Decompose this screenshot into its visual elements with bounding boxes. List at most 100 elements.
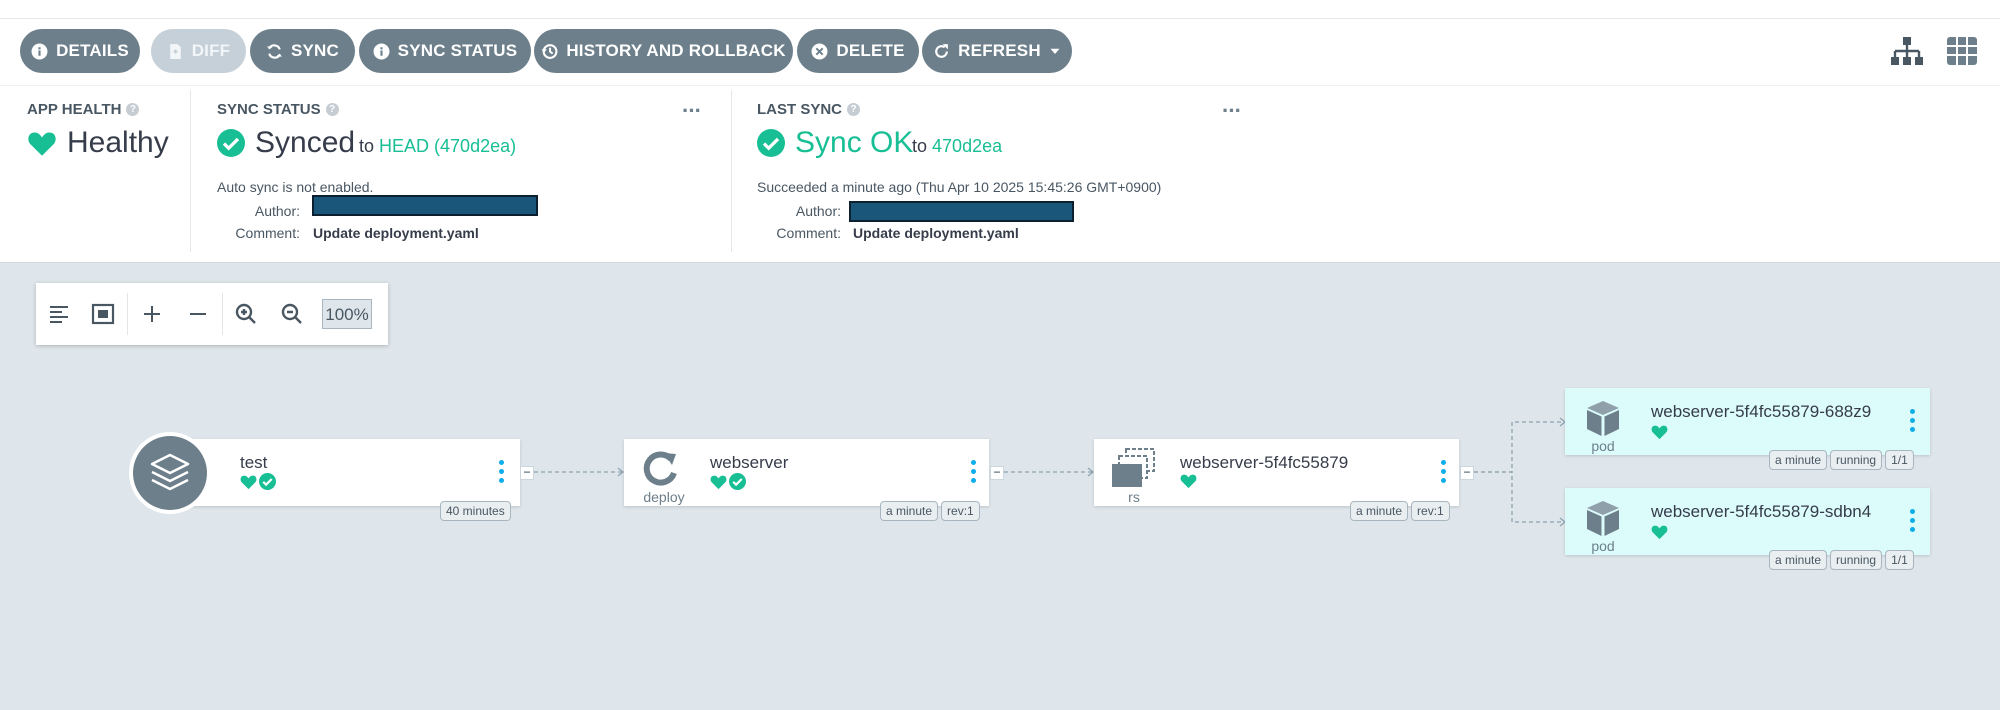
- last-sync-to-prefix: to: [912, 136, 928, 156]
- history-rollback-button[interactable]: HISTORY AND ROLLBACK: [534, 29, 793, 73]
- collapse-node-icon[interactable]: −: [1460, 466, 1474, 480]
- pod-node[interactable]: pod webserver-5f4fc55879-sdbn4: [1565, 488, 1930, 555]
- node-tags: a minute rev:1: [880, 501, 980, 521]
- author-key: Author:: [795, 203, 841, 219]
- sync-icon: [267, 43, 282, 59]
- collapse-node-icon[interactable]: −: [520, 466, 534, 480]
- heart-icon: [1651, 425, 1668, 440]
- more-options-icon[interactable]: ···: [682, 100, 702, 122]
- node-title: webserver-5f4fc55879-sdbn4: [1651, 502, 1872, 521]
- author-key: Author:: [254, 203, 300, 219]
- node-kind: rs: [1128, 489, 1140, 505]
- divider: [190, 90, 191, 252]
- node-tags: 40 minutes: [440, 501, 511, 521]
- replicaset-node[interactable]: rs webserver-5f4fc55879: [1094, 439, 1459, 506]
- auto-sync-note: Auto sync is not enabled.: [217, 179, 374, 195]
- info-icon: [31, 43, 48, 59]
- details-label: DETAILS: [56, 41, 129, 60]
- close-circle-icon: [811, 43, 828, 59]
- history-icon: [541, 43, 558, 59]
- details-button[interactable]: DETAILS: [20, 29, 140, 73]
- sync-status-label: SYNC STATUS: [397, 41, 518, 60]
- sync-to-prefix: to: [359, 136, 375, 156]
- ready-tag: 1/1: [1885, 550, 1914, 570]
- heart-icon: [28, 131, 56, 156]
- file-diff-icon: [169, 43, 181, 59]
- sync-status-section-label: SYNC STATUS: [217, 101, 321, 118]
- refresh-label: REFRESH: [958, 41, 1041, 60]
- heart-icon: [240, 475, 257, 489]
- sync-comment: Update deployment.yaml: [313, 225, 479, 241]
- grid-view-icon[interactable]: [1945, 34, 1979, 68]
- node-status: [710, 473, 746, 490]
- resource-tree-canvas[interactable]: 100% test − 40 minutes deploy webserver …: [0, 262, 2000, 710]
- sync-status-heading: SYNC STATUS ?: [217, 101, 339, 118]
- divider: [731, 90, 732, 252]
- age-tag: a minute: [1769, 550, 1828, 570]
- diff-label: DIFF: [191, 41, 231, 60]
- sync-target-revision[interactable]: HEAD (470d2ea): [379, 136, 516, 156]
- help-icon[interactable]: ?: [847, 103, 861, 116]
- refresh-button[interactable]: REFRESH: [922, 29, 1072, 73]
- node-status: [1651, 524, 1668, 540]
- delete-button[interactable]: DELETE: [797, 29, 919, 73]
- age-tag: a minute: [1350, 501, 1409, 521]
- redacted-author: [849, 201, 1074, 222]
- last-sync-revision[interactable]: 470d2ea: [932, 136, 1002, 156]
- app-health-label: APP HEALTH: [27, 101, 122, 118]
- tree-view-icon[interactable]: [1890, 34, 1924, 68]
- node-title: webserver-5f4fc55879: [1180, 453, 1349, 472]
- last-sync-value: Sync OK: [757, 126, 913, 160]
- app-summary: APP HEALTH ? Healthy SYNC STATUS ? ··· S…: [0, 86, 2000, 261]
- status-tag: running: [1830, 550, 1883, 570]
- sync-status-value: Synced: [217, 126, 355, 160]
- replicaset-icon: [1112, 448, 1155, 487]
- last-sync-heading: LAST SYNC ?: [757, 101, 861, 118]
- sync-status-button[interactable]: SYNC STATUS: [359, 29, 531, 73]
- age-tag: 40 minutes: [440, 501, 511, 521]
- last-sync-status: Sync OK: [795, 126, 914, 159]
- deploy-node-webserver[interactable]: deploy webserver: [624, 439, 989, 506]
- help-icon[interactable]: ?: [126, 103, 140, 116]
- delete-label: DELETE: [836, 41, 905, 60]
- help-icon[interactable]: ?: [325, 103, 339, 116]
- age-tag: a minute: [1769, 450, 1828, 470]
- node-menu-icon[interactable]: [1910, 509, 1916, 536]
- pod-cube-icon: [1587, 401, 1619, 436]
- node-status: [1651, 424, 1668, 440]
- collapse-node-icon[interactable]: −: [990, 466, 1004, 480]
- app-health-status: Healthy: [27, 126, 169, 160]
- refresh-icon: [935, 43, 949, 58]
- node-title: test: [240, 453, 268, 472]
- node-status: [1180, 473, 1197, 489]
- heart-icon: [1651, 525, 1668, 540]
- comment-key: Comment:: [235, 225, 300, 241]
- pod-node[interactable]: pod webserver-5f4fc55879-688z9: [1565, 388, 1930, 455]
- last-sync-target: to 470d2ea: [912, 136, 1002, 157]
- more-options-icon[interactable]: ···: [1222, 100, 1242, 122]
- node-menu-icon[interactable]: [1910, 409, 1916, 436]
- revision-tag: rev:1: [941, 501, 980, 521]
- last-sync-comment: Update deployment.yaml: [853, 225, 1019, 241]
- node-tags: a minute running 1/1: [1769, 450, 1914, 470]
- sync-button[interactable]: SYNC: [250, 29, 355, 73]
- node-menu-icon[interactable]: [971, 460, 977, 487]
- node-menu-icon[interactable]: [499, 460, 505, 487]
- node-menu-icon[interactable]: [1441, 460, 1447, 487]
- sync-label: SYNC: [290, 41, 340, 60]
- application-icon: [129, 432, 211, 514]
- check-circle-icon: [259, 473, 276, 490]
- age-tag: a minute: [880, 501, 939, 521]
- check-circle-icon: [757, 129, 785, 157]
- comment-key: Comment:: [776, 225, 841, 241]
- app-node-test[interactable]: test: [170, 439, 520, 506]
- node-kind: deploy: [643, 489, 685, 505]
- node-kind: pod: [1591, 438, 1615, 454]
- sync-status-text: Synced: [255, 126, 356, 159]
- status-tag: running: [1830, 450, 1883, 470]
- node-title: webserver: [710, 453, 789, 472]
- node-status: [240, 473, 276, 490]
- app-health-heading: APP HEALTH ?: [27, 101, 140, 118]
- deployment-icon: [643, 451, 677, 486]
- diff-button[interactable]: DIFF: [151, 29, 246, 73]
